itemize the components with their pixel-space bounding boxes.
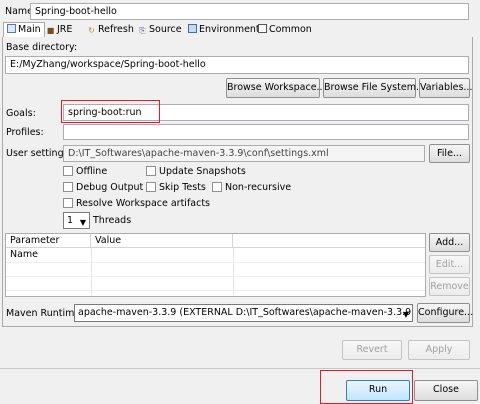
tab-main[interactable]: Main <box>3 22 45 38</box>
chevron-down-icon: ▼ <box>79 218 86 227</box>
table-row-divider <box>6 290 425 291</box>
tab-jre[interactable]: ■ JRE <box>42 22 76 37</box>
maven-runtime-select-value: apache-maven-3.3.9 (EXTERNAL D:\IT_Softw… <box>78 307 413 318</box>
resolve-workspace-checkbox-label: Resolve Workspace artifacts <box>76 198 211 209</box>
table-row-divider <box>6 276 425 277</box>
parameter-name-column-header[interactable]: Parameter Name <box>6 234 91 260</box>
update-snapshots-checkbox-label: Update Snapshots <box>159 166 246 177</box>
non-recursive-checkbox-label: Non-recursive <box>225 182 292 193</box>
tab-environment-label: Environment <box>199 24 260 35</box>
main-icon <box>7 24 16 33</box>
profiles-label: Profiles: <box>6 127 44 138</box>
add-parameter-button[interactable]: Add... <box>429 233 470 252</box>
tab-source-label: Source <box>149 24 182 35</box>
threads-select-value: 1 <box>67 215 74 226</box>
goals-label: Goals: <box>6 108 36 119</box>
apply-button[interactable]: Apply <box>408 340 470 360</box>
edit-parameter-button[interactable]: Edit... <box>429 255 470 274</box>
browse-workspace-button[interactable]: Browse Workspace... <box>226 78 326 98</box>
threads-select[interactable]: 1 ▼ <box>63 212 90 229</box>
resolve-workspace-checkbox[interactable]: Resolve Workspace artifacts <box>63 198 210 209</box>
skip-tests-checkbox[interactable]: Skip Tests <box>146 182 206 193</box>
debug-output-checkbox-label: Debug Output <box>76 182 144 193</box>
tab-common[interactable]: Common <box>254 22 316 37</box>
filler-column-header <box>233 234 425 248</box>
non-recursive-checkbox-box[interactable] <box>212 182 222 192</box>
update-snapshots-checkbox-box[interactable] <box>146 166 156 176</box>
refresh-icon: ↻ <box>88 26 95 35</box>
skip-tests-checkbox-label: Skip Tests <box>159 182 206 193</box>
configure-runtime-button[interactable]: Configure... <box>417 303 473 323</box>
footer-divider <box>0 368 480 369</box>
tab-jre-label: JRE <box>57 24 73 35</box>
table-row-divider <box>6 262 425 263</box>
value-column-header[interactable]: Value <box>91 234 233 248</box>
launch-configuration-dialog: Name: Spring-boot-hello Main ■ JRE ↻ Refre… <box>0 0 480 404</box>
environment-icon <box>188 24 197 33</box>
jre-icon: ■ <box>46 26 55 35</box>
offline-checkbox[interactable]: Offline <box>63 166 107 177</box>
tab-common-label: Common <box>269 24 312 35</box>
browse-file-system-button[interactable]: Browse File System... <box>323 78 425 98</box>
revert-button[interactable]: Revert <box>342 340 402 360</box>
tab-refresh[interactable]: ↻ Refresh <box>83 22 138 37</box>
debug-output-checkbox-box[interactable] <box>63 182 73 192</box>
offline-checkbox-label: Offline <box>76 166 108 177</box>
name-input[interactable]: Spring-boot-hello <box>30 3 469 20</box>
skip-tests-checkbox-box[interactable] <box>146 182 156 192</box>
column-divider <box>233 248 234 296</box>
tab-refresh-label: Refresh <box>98 24 134 35</box>
update-snapshots-checkbox[interactable]: Update Snapshots <box>146 166 246 177</box>
close-button[interactable]: Close <box>414 380 478 401</box>
common-icon <box>258 24 267 33</box>
base-directory-label: Base directory: <box>6 42 78 53</box>
chevron-down-icon: ▼ <box>402 310 409 319</box>
non-recursive-checkbox[interactable]: Non-recursive <box>212 182 291 193</box>
maven-runtime-select[interactable]: apache-maven-3.3.9 (EXTERNAL D:\IT_Softw… <box>74 304 413 322</box>
tab-environment[interactable]: Environment <box>184 22 264 37</box>
remove-parameter-button[interactable]: Remove <box>429 277 470 296</box>
offline-checkbox-box[interactable] <box>63 166 73 176</box>
user-settings-label: User settings: <box>6 148 72 159</box>
tab-source[interactable]: ⎘ Source <box>134 22 186 37</box>
variables-button[interactable]: Variables... <box>419 78 472 98</box>
parameters-table[interactable]: Parameter Name Value <box>5 233 426 297</box>
column-divider <box>91 248 92 296</box>
resolve-workspace-checkbox-box[interactable] <box>63 198 73 208</box>
run-highlight-box <box>320 370 413 404</box>
user-settings-file-button[interactable]: File... <box>429 144 470 163</box>
debug-output-checkbox[interactable]: Debug Output <box>63 182 143 193</box>
source-icon: ⎘ <box>139 26 146 35</box>
user-settings-input[interactable]: D:\IT_Softwares\apache-maven-3.3.9\conf\… <box>63 145 425 162</box>
goals-highlight-box <box>61 100 160 123</box>
base-directory-input[interactable]: E:/MyZhang/workspace/Spring-boot-hello <box>5 56 469 74</box>
maven-runtime-label: Maven Runtime: <box>6 308 84 319</box>
threads-label: Threads <box>93 215 132 226</box>
profiles-input[interactable] <box>63 124 469 140</box>
tab-main-label: Main <box>18 24 41 35</box>
